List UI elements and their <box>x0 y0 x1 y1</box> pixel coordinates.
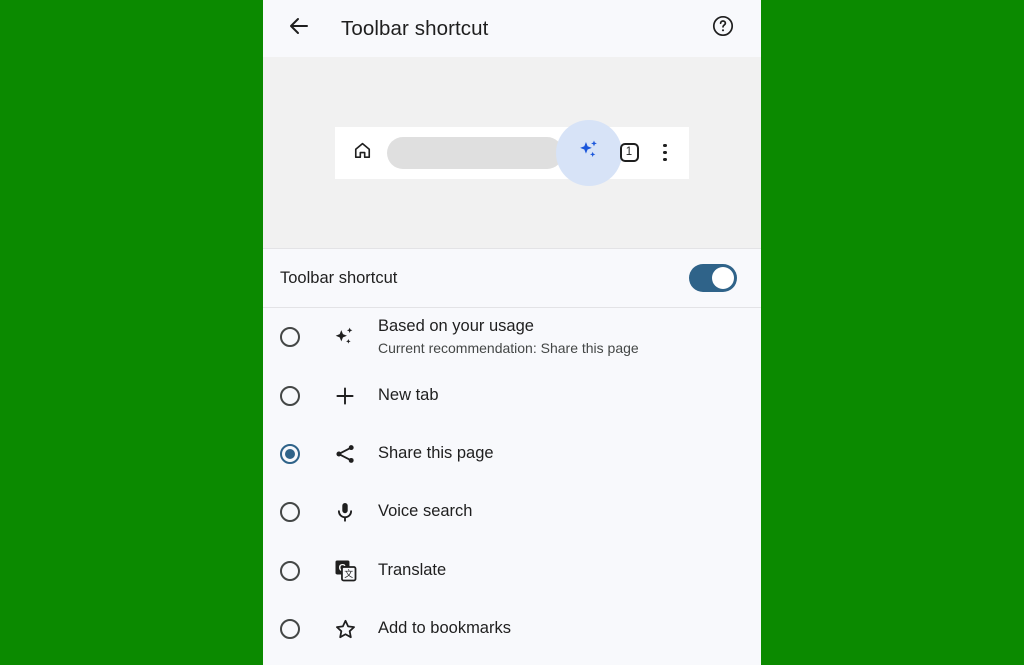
option-new-tab[interactable]: New tab <box>263 366 761 424</box>
option-title: Translate <box>378 560 447 579</box>
plus-icon <box>330 381 360 411</box>
option-title: Share this page <box>378 444 494 463</box>
radio-new-tab[interactable] <box>280 385 300 406</box>
option-title: Add to bookmarks <box>378 619 511 638</box>
option-text-block: Share this page <box>378 443 494 465</box>
preview-address-bar <box>387 136 563 169</box>
radio-translate[interactable] <box>280 560 300 581</box>
toolbar-shortcut-label: Toolbar shortcut <box>280 268 398 287</box>
toolbar-shortcut-toggle-row[interactable]: Toolbar shortcut <box>263 248 761 308</box>
radio-voice-search[interactable] <box>280 502 300 523</box>
option-subtitle: Current recommendation: Share this page <box>378 340 639 357</box>
share-icon <box>330 439 360 469</box>
toolbar-shortcut-switch[interactable] <box>689 264 737 292</box>
option-text-block: New tab <box>378 385 439 407</box>
radio-add-to-bookmarks[interactable] <box>280 619 300 640</box>
option-title: New tab <box>378 385 439 404</box>
switch-knob <box>712 267 734 289</box>
preview-tab-switcher: 1 <box>611 134 647 172</box>
star-outline-icon <box>330 614 360 644</box>
help-circle-icon <box>711 14 735 43</box>
microphone-icon <box>330 497 360 527</box>
option-translate[interactable]: G 文 Translate <box>263 542 761 600</box>
translate-icon: G 文 <box>330 556 360 586</box>
svg-text:文: 文 <box>344 568 353 579</box>
home-icon <box>352 140 373 166</box>
back-button[interactable] <box>279 9 319 49</box>
radio-based-on-your-usage[interactable] <box>280 327 300 348</box>
option-text-block: Voice search <box>378 501 472 523</box>
option-add-to-bookmarks[interactable]: Add to bookmarks <box>263 600 761 658</box>
arrow-back-icon <box>287 14 311 43</box>
option-title: Voice search <box>378 502 473 521</box>
option-text-block: Translate <box>378 560 446 582</box>
overflow-menu-icon <box>647 134 683 172</box>
option-voice-search[interactable]: Voice search <box>263 483 761 541</box>
app-bar: Toolbar shortcut <box>263 0 761 57</box>
page-title: Toolbar shortcut <box>341 16 489 40</box>
option-text-block: Add to bookmarks <box>378 618 511 640</box>
radio-share-this-page[interactable] <box>280 443 300 464</box>
option-based-on-your-usage[interactable]: Based on your usage Current recommendati… <box>263 308 761 366</box>
option-share-this-page[interactable]: Share this page <box>263 425 761 483</box>
shortcut-options-list: Based on your usage Current recommendati… <box>263 308 761 659</box>
preview-toolbar-mock: 1 <box>335 119 689 186</box>
sparkle-icon <box>330 322 360 352</box>
toolbar-preview: 1 <box>263 57 761 248</box>
help-button[interactable] <box>703 9 743 49</box>
option-text-block: Based on your usage Current recommendati… <box>378 316 639 359</box>
tab-count-badge: 1 <box>619 143 639 162</box>
phone-screen: Toolbar shortcut 1 Toolbar shortcut Base… <box>263 0 761 665</box>
preview-shortcut-button <box>556 119 622 186</box>
option-title: Based on your usage <box>378 316 534 335</box>
preview-home-button <box>343 134 381 172</box>
